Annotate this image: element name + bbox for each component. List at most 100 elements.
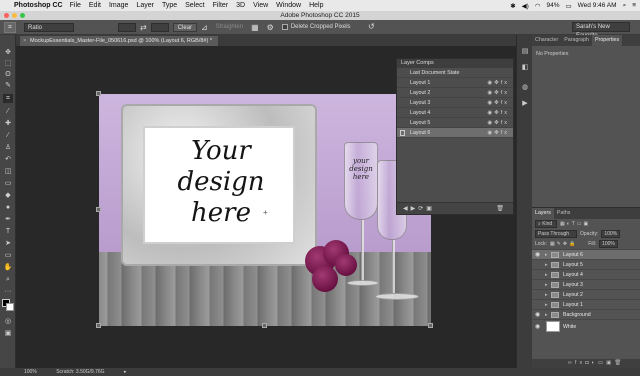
more-tools-icon[interactable]: ··· <box>3 287 13 296</box>
layer-comp-toggle-icons[interactable]: ◉✥fx <box>487 128 509 138</box>
marquee-tool-icon[interactable]: ⬚ <box>3 59 13 68</box>
swap-icon[interactable]: ⇄ <box>140 23 147 32</box>
pen-tool-icon[interactable]: ✒ <box>3 215 13 224</box>
wifi-icon[interactable]: ◠ <box>535 2 541 10</box>
layer-comps-title[interactable]: Layer Comps <box>397 59 513 68</box>
delete-comp-icon[interactable]: 🗑 <box>496 203 507 215</box>
fx-icon[interactable]: fx <box>575 360 585 366</box>
crop-tool-icon[interactable]: ⌗ <box>3 94 13 103</box>
crop-handle-bottom-left[interactable] <box>96 323 101 328</box>
crop-handle-left-center[interactable] <box>96 207 101 212</box>
hand-tool-icon[interactable]: ✋ <box>3 263 13 272</box>
spotlight-icon[interactable]: ⌕ <box>623 2 627 10</box>
layer-row[interactable]: ▸ Layout 4 <box>532 269 640 279</box>
layer-row[interactable]: ◉ ▸ Background <box>532 309 640 319</box>
menu-layer[interactable]: Layer <box>136 2 154 9</box>
layer-comp-toggle-icons[interactable]: ◉✥fx <box>487 98 509 108</box>
type-tool-icon[interactable]: T <box>3 227 13 236</box>
menu-view[interactable]: View <box>253 2 268 9</box>
tab-paths[interactable]: Paths <box>554 208 574 219</box>
brush-tool-icon[interactable]: ∕ <box>3 131 13 140</box>
menu-file[interactable]: File <box>70 2 81 9</box>
layer-comp-toggle-icons[interactable]: ◉✥fx <box>487 108 509 118</box>
crop-tool-preset-icon[interactable]: ⌗ <box>4 21 16 33</box>
menu-app-name[interactable]: Photoshop CC <box>14 2 63 9</box>
menu-window[interactable]: Window <box>276 2 301 9</box>
tab-paragraph[interactable]: Paragraph <box>561 35 592 46</box>
blend-mode-dropdown[interactable]: Pass Through <box>535 230 577 238</box>
menu-select[interactable]: Select <box>185 2 204 9</box>
layer-row[interactable]: ◉ White <box>532 319 640 333</box>
lock-icons[interactable]: ▦✎✥🔒 <box>550 241 577 247</box>
layer-comp-last-state[interactable]: Last Document State <box>397 68 513 78</box>
tab-character[interactable]: Character <box>532 35 561 46</box>
opacity-field[interactable]: 100% <box>601 230 621 238</box>
actions-panel-icon[interactable]: ▶ <box>520 99 530 108</box>
gear-icon[interactable]: ⚙ <box>267 23 274 32</box>
document-tab[interactable]: × MockupEssentials_Master-File_050616.ps… <box>20 36 218 46</box>
history-brush-tool-icon[interactable]: ↶ <box>3 155 13 164</box>
volume-icon[interactable]: ◀) <box>522 2 529 10</box>
straighten-icon[interactable]: ⊿ <box>201 23 208 32</box>
menu-edit[interactable]: Edit <box>89 2 101 9</box>
layer-comp-toggle-icons[interactable]: ◉✥fx <box>487 118 509 128</box>
reset-icon[interactable]: ↺ <box>368 22 375 31</box>
layer-comp-row[interactable]: Layout 4 ◉✥fx <box>397 108 513 118</box>
layer-comps-panel-icon[interactable]: ◧ <box>520 63 530 72</box>
crop-handle-top-left[interactable] <box>96 91 101 96</box>
screen-mode-icon[interactable]: ▣ <box>3 329 13 338</box>
ratio-dropdown[interactable]: Ratio <box>24 22 74 32</box>
trash-icon[interactable]: 🗑 <box>614 360 624 366</box>
shape-tool-icon[interactable]: ▭ <box>3 251 13 260</box>
bluetooth-icon[interactable]: ✱ <box>510 2 515 10</box>
move-tool-icon[interactable]: ✥ <box>3 48 13 57</box>
gradient-tool-icon[interactable]: ▭ <box>3 179 13 188</box>
filter-type-icons[interactable]: ▦◐T▭▣ <box>560 221 590 227</box>
zoom-level[interactable]: 100% <box>24 369 37 375</box>
minimize-window-button[interactable] <box>12 13 17 18</box>
delete-cropped-checkbox[interactable] <box>281 24 288 30</box>
menu-3d[interactable]: 3D <box>236 2 245 9</box>
layer-comp-toggle-icons[interactable]: ◉✥fx <box>487 88 509 98</box>
tab-layers[interactable]: Layers <box>532 208 554 219</box>
zoom-tool-icon[interactable]: ⌕ <box>3 275 13 284</box>
styles-panel-icon[interactable]: ◍ <box>520 83 530 92</box>
eyedropper-tool-icon[interactable]: ⁄ <box>3 107 13 116</box>
quick-mask-icon[interactable]: ◎ <box>3 317 13 326</box>
layer-comp-row[interactable]: Layout 3 ◉✥fx <box>397 98 513 108</box>
visibility-eye-icon[interactable]: ◉ <box>535 320 540 334</box>
menu-image[interactable]: Image <box>109 2 128 9</box>
width-field[interactable] <box>118 22 136 32</box>
zoom-window-button[interactable] <box>20 13 25 18</box>
menu-type[interactable]: Type <box>162 2 177 9</box>
close-window-button[interactable] <box>4 13 9 18</box>
fill-field[interactable]: 100% <box>599 240 618 248</box>
history-panel-icon[interactable]: ▤ <box>520 47 530 56</box>
menu-filter[interactable]: Filter <box>213 2 229 9</box>
blur-tool-icon[interactable]: ◆ <box>3 191 13 200</box>
clone-stamp-tool-icon[interactable]: ♙ <box>3 143 13 152</box>
height-field[interactable] <box>150 22 169 32</box>
path-selection-tool-icon[interactable]: ➤ <box>3 239 13 248</box>
tab-properties[interactable]: Properties <box>592 35 623 46</box>
new-group-icon[interactable]: ▭ <box>598 360 606 366</box>
scratch-info[interactable]: Scratch: 3.50G/9.76G <box>56 369 104 375</box>
menu-help[interactable]: Help <box>309 2 323 9</box>
crop-handle-bottom-right[interactable] <box>428 323 433 328</box>
clear-button[interactable]: Clear <box>172 22 198 32</box>
overlay-grid-icon[interactable]: ▦ <box>251 23 259 32</box>
quick-select-tool-icon[interactable]: ✎ <box>3 81 13 90</box>
background-color-swatch[interactable] <box>6 303 14 311</box>
crop-handle-bottom-center[interactable] <box>262 323 267 328</box>
layer-row[interactable]: ▸ Layout 3 <box>532 279 640 289</box>
layer-comp-row[interactable]: Layout 2 ◉✥fx <box>397 88 513 98</box>
status-arrow-icon[interactable]: ▸ <box>124 369 127 375</box>
new-comp-icon[interactable]: ▣ <box>426 206 435 212</box>
layer-row[interactable]: ▸ Layout 2 <box>532 289 640 299</box>
layer-comp-row[interactable]: Layout 1 ◉✥fx <box>397 78 513 88</box>
layer-comp-toggle-icons[interactable]: ◉✥fx <box>487 78 509 88</box>
lasso-tool-icon[interactable]: ʘ <box>3 70 13 79</box>
kind-filter-dropdown[interactable]: ⌕ Kind <box>535 220 557 228</box>
layer-row[interactable]: ▸ Layout 5 <box>532 259 640 269</box>
battery-icon[interactable]: ▭ <box>566 2 572 10</box>
